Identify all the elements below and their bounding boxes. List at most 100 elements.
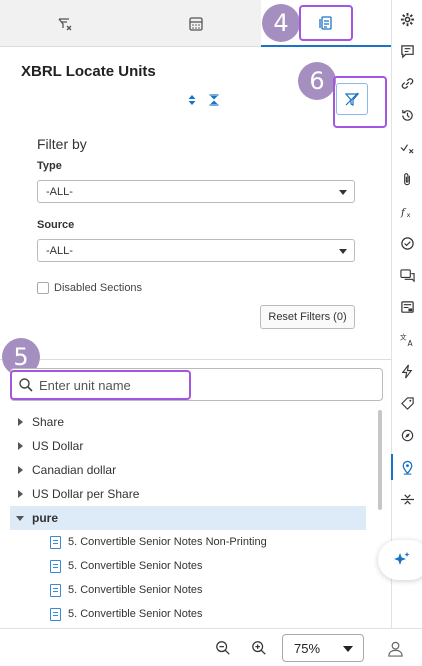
callout-marker: 6	[298, 62, 336, 100]
rail-comments[interactable]	[392, 35, 422, 67]
svg-text:A: A	[408, 339, 414, 347]
zoom-in-button[interactable]	[250, 639, 268, 657]
comment-icon	[401, 44, 414, 59]
expand-collapse-controls	[186, 94, 220, 106]
collapse-icon	[400, 493, 415, 505]
tree-leaf[interactable]: 5. Convertible Senior Notes	[10, 554, 366, 578]
tree-node[interactable]: US Dollar per Share	[10, 482, 366, 506]
attachment-icon	[404, 172, 410, 185]
expand-arrows-icon[interactable]	[186, 94, 198, 106]
check-circle-icon	[401, 236, 414, 250]
rail-check-x[interactable]	[392, 131, 422, 163]
tab-unit-filter[interactable]	[0, 0, 130, 47]
rail-collapse[interactable]	[392, 483, 422, 515]
document-icon	[50, 559, 61, 573]
disabled-sections-label: Disabled Sections	[54, 282, 143, 294]
source-label: Source	[37, 219, 75, 231]
tree-leaf-label: 5. Convertible Senior Notes	[68, 584, 203, 596]
unit-filter-icon	[58, 17, 72, 30]
caret-down-icon[interactable]	[16, 515, 24, 521]
document-icon	[50, 583, 61, 597]
rail-compass[interactable]	[392, 419, 422, 451]
caret-right-icon[interactable]	[18, 490, 23, 498]
tree-node-label: Canadian dollar	[32, 463, 117, 477]
svg-text:x: x	[407, 211, 411, 219]
user-icon	[387, 641, 403, 657]
rail-notes[interactable]	[392, 291, 422, 323]
rail-lightning[interactable]	[392, 355, 422, 387]
tree-node-selected[interactable]: pure	[10, 506, 366, 530]
tree-leaf-label: 5. Convertible Senior Notes	[68, 608, 203, 620]
rail-check-circle[interactable]	[392, 227, 422, 259]
chat-icon	[400, 268, 415, 282]
zoom-out-button[interactable]	[214, 639, 232, 657]
zoom-out-icon	[216, 641, 230, 655]
tree-leaf-label: 5. Convertible Senior Notes	[68, 560, 203, 572]
ai-assistant-button[interactable]	[378, 540, 422, 580]
rail-locate[interactable]	[391, 451, 422, 483]
tree-node-label: Share	[32, 415, 65, 429]
highlight-frame	[10, 370, 191, 400]
rail-links[interactable]	[392, 67, 422, 99]
section-divider	[0, 359, 391, 360]
tree-node-label: pure	[32, 511, 59, 525]
caret-right-icon[interactable]	[18, 466, 23, 474]
rail-settings[interactable]	[392, 3, 422, 35]
rail-formula[interactable]: fx	[392, 195, 422, 227]
tree-leaf[interactable]: 5. Convertible Senior Notes Non-Printing	[10, 530, 366, 554]
calculator-icon	[188, 16, 203, 31]
tree-leaf-label: 5. Convertible Senior Notes Non-Printing	[68, 536, 267, 548]
rail-translate[interactable]: 文A	[392, 323, 422, 355]
source-select-value: -ALL-	[46, 245, 73, 257]
chevron-down-icon	[339, 249, 347, 254]
type-select-value: -ALL-	[46, 186, 73, 198]
rail-chat[interactable]	[392, 259, 422, 291]
tree-node[interactable]: US Dollar	[10, 434, 366, 458]
sparkle-icon	[394, 552, 410, 565]
unit-tree: Share US Dollar Canadian dollar US Dolla…	[10, 410, 366, 626]
caret-right-icon[interactable]	[18, 442, 23, 450]
tab-calculator[interactable]	[130, 0, 261, 47]
toggle-filter-button[interactable]	[336, 83, 368, 115]
tree-node[interactable]: Share	[10, 410, 366, 434]
rail-history[interactable]	[392, 99, 422, 131]
filter-heading: Filter by	[37, 136, 87, 152]
chevron-down-icon	[339, 190, 347, 195]
tree-scrollbar[interactable]	[378, 410, 382, 510]
translate-icon: 文A	[400, 332, 414, 347]
check-x-icon	[400, 143, 414, 154]
disabled-sections-checkbox[interactable]	[37, 282, 49, 294]
callout-marker: 4	[262, 4, 300, 42]
right-tool-rail: fx 文A	[391, 0, 422, 628]
highlight-frame	[299, 5, 353, 41]
note-icon	[401, 300, 414, 313]
filter-off-icon	[344, 92, 360, 106]
svg-text:文: 文	[400, 332, 407, 341]
zoom-level-value: 75%	[294, 641, 321, 656]
type-label: Type	[37, 160, 62, 172]
reset-filters-button[interactable]: Reset Filters (0)	[260, 305, 355, 329]
zoom-level-select[interactable]: 75%	[282, 634, 364, 662]
link-icon	[401, 77, 414, 89]
document-icon	[50, 535, 61, 549]
tag-icon	[401, 396, 414, 410]
source-select[interactable]: -ALL-	[37, 239, 355, 262]
collapse-arrows-icon[interactable]	[208, 94, 220, 106]
chevron-down-icon	[343, 646, 353, 652]
compass-icon	[401, 429, 414, 441]
type-select[interactable]: -ALL-	[37, 180, 355, 203]
tree-node-label: US Dollar	[32, 439, 84, 453]
caret-right-icon[interactable]	[18, 418, 23, 426]
location-pin-icon	[402, 460, 413, 475]
disabled-sections-row: Disabled Sections	[37, 282, 142, 294]
tree-leaf[interactable]: 5. Convertible Senior Notes	[10, 578, 366, 602]
tree-node[interactable]: Canadian dollar	[10, 458, 366, 482]
rail-tags[interactable]	[392, 387, 422, 419]
bottom-toolbar: 75%	[0, 628, 422, 666]
document-icon	[50, 607, 61, 621]
tree-leaf[interactable]: 5. Convertible Senior Notes	[10, 602, 366, 626]
zoom-in-icon	[252, 641, 266, 655]
user-account-button[interactable]	[386, 639, 404, 657]
rail-attachments[interactable]	[392, 163, 422, 195]
history-icon	[402, 109, 413, 121]
